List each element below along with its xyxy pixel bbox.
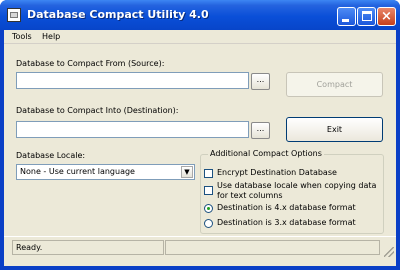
exit-button[interactable]: Exit [286,117,383,142]
radio-selected-dot [207,207,210,210]
destination-browse-button[interactable]: ... [251,122,270,139]
close-button[interactable]: × [377,7,396,26]
format3-label: Destination is 3.x database format [217,218,356,227]
format3-radio[interactable] [204,219,213,228]
locale-selected-value: None - Use current language [20,167,135,176]
status-text: Ready. [16,243,43,252]
app-icon[interactable] [7,8,21,22]
menu-bar: Tools Help [4,30,396,44]
status-pane-main: Ready. [12,240,164,255]
window-title: Database Compact Utility 4.0 [27,8,209,21]
destination-path-input[interactable] [16,121,249,138]
encrypt-label: Encrypt Destination Database [217,168,337,177]
close-icon: × [381,9,392,24]
source-label: Database to Compact From (Source): [16,59,165,68]
encrypt-checkbox[interactable] [204,169,213,178]
use-locale-checkbox[interactable] [204,186,213,195]
status-pane-secondary [165,240,380,255]
options-group-title: Additional Compact Options [208,149,324,158]
resize-grip-icon[interactable] [384,247,394,257]
use-locale-label-line1: Use database locale when copying data [217,181,377,190]
maximize-button[interactable] [357,7,376,26]
minimize-icon [342,19,349,22]
client-area: Tools Help Database to Compact From (Sou… [4,30,396,266]
destination-label: Database to Compact Into (Destination): [16,106,179,115]
minimize-button[interactable] [337,7,356,26]
format4-radio[interactable] [204,204,213,213]
menu-tools[interactable]: Tools [12,32,32,41]
chevron-down-icon[interactable]: ▼ [181,166,193,178]
application-window: Database Compact Utility 4.0 × Tools Hel… [0,0,400,270]
locale-dropdown[interactable]: None - Use current language ▼ [16,164,195,180]
compact-button[interactable]: Compact [286,72,383,97]
maximize-icon [362,11,372,21]
source-path-input[interactable] [16,72,249,89]
format4-label: Destination is 4.x database format [217,203,356,212]
locale-label: Database Locale: [16,151,86,160]
menu-help[interactable]: Help [42,32,60,41]
status-bar: Ready. [4,236,396,259]
title-bar[interactable]: Database Compact Utility 4.0 × [0,0,400,30]
use-locale-label-line2: for text columns [217,191,283,200]
source-browse-button[interactable]: ... [251,73,270,90]
